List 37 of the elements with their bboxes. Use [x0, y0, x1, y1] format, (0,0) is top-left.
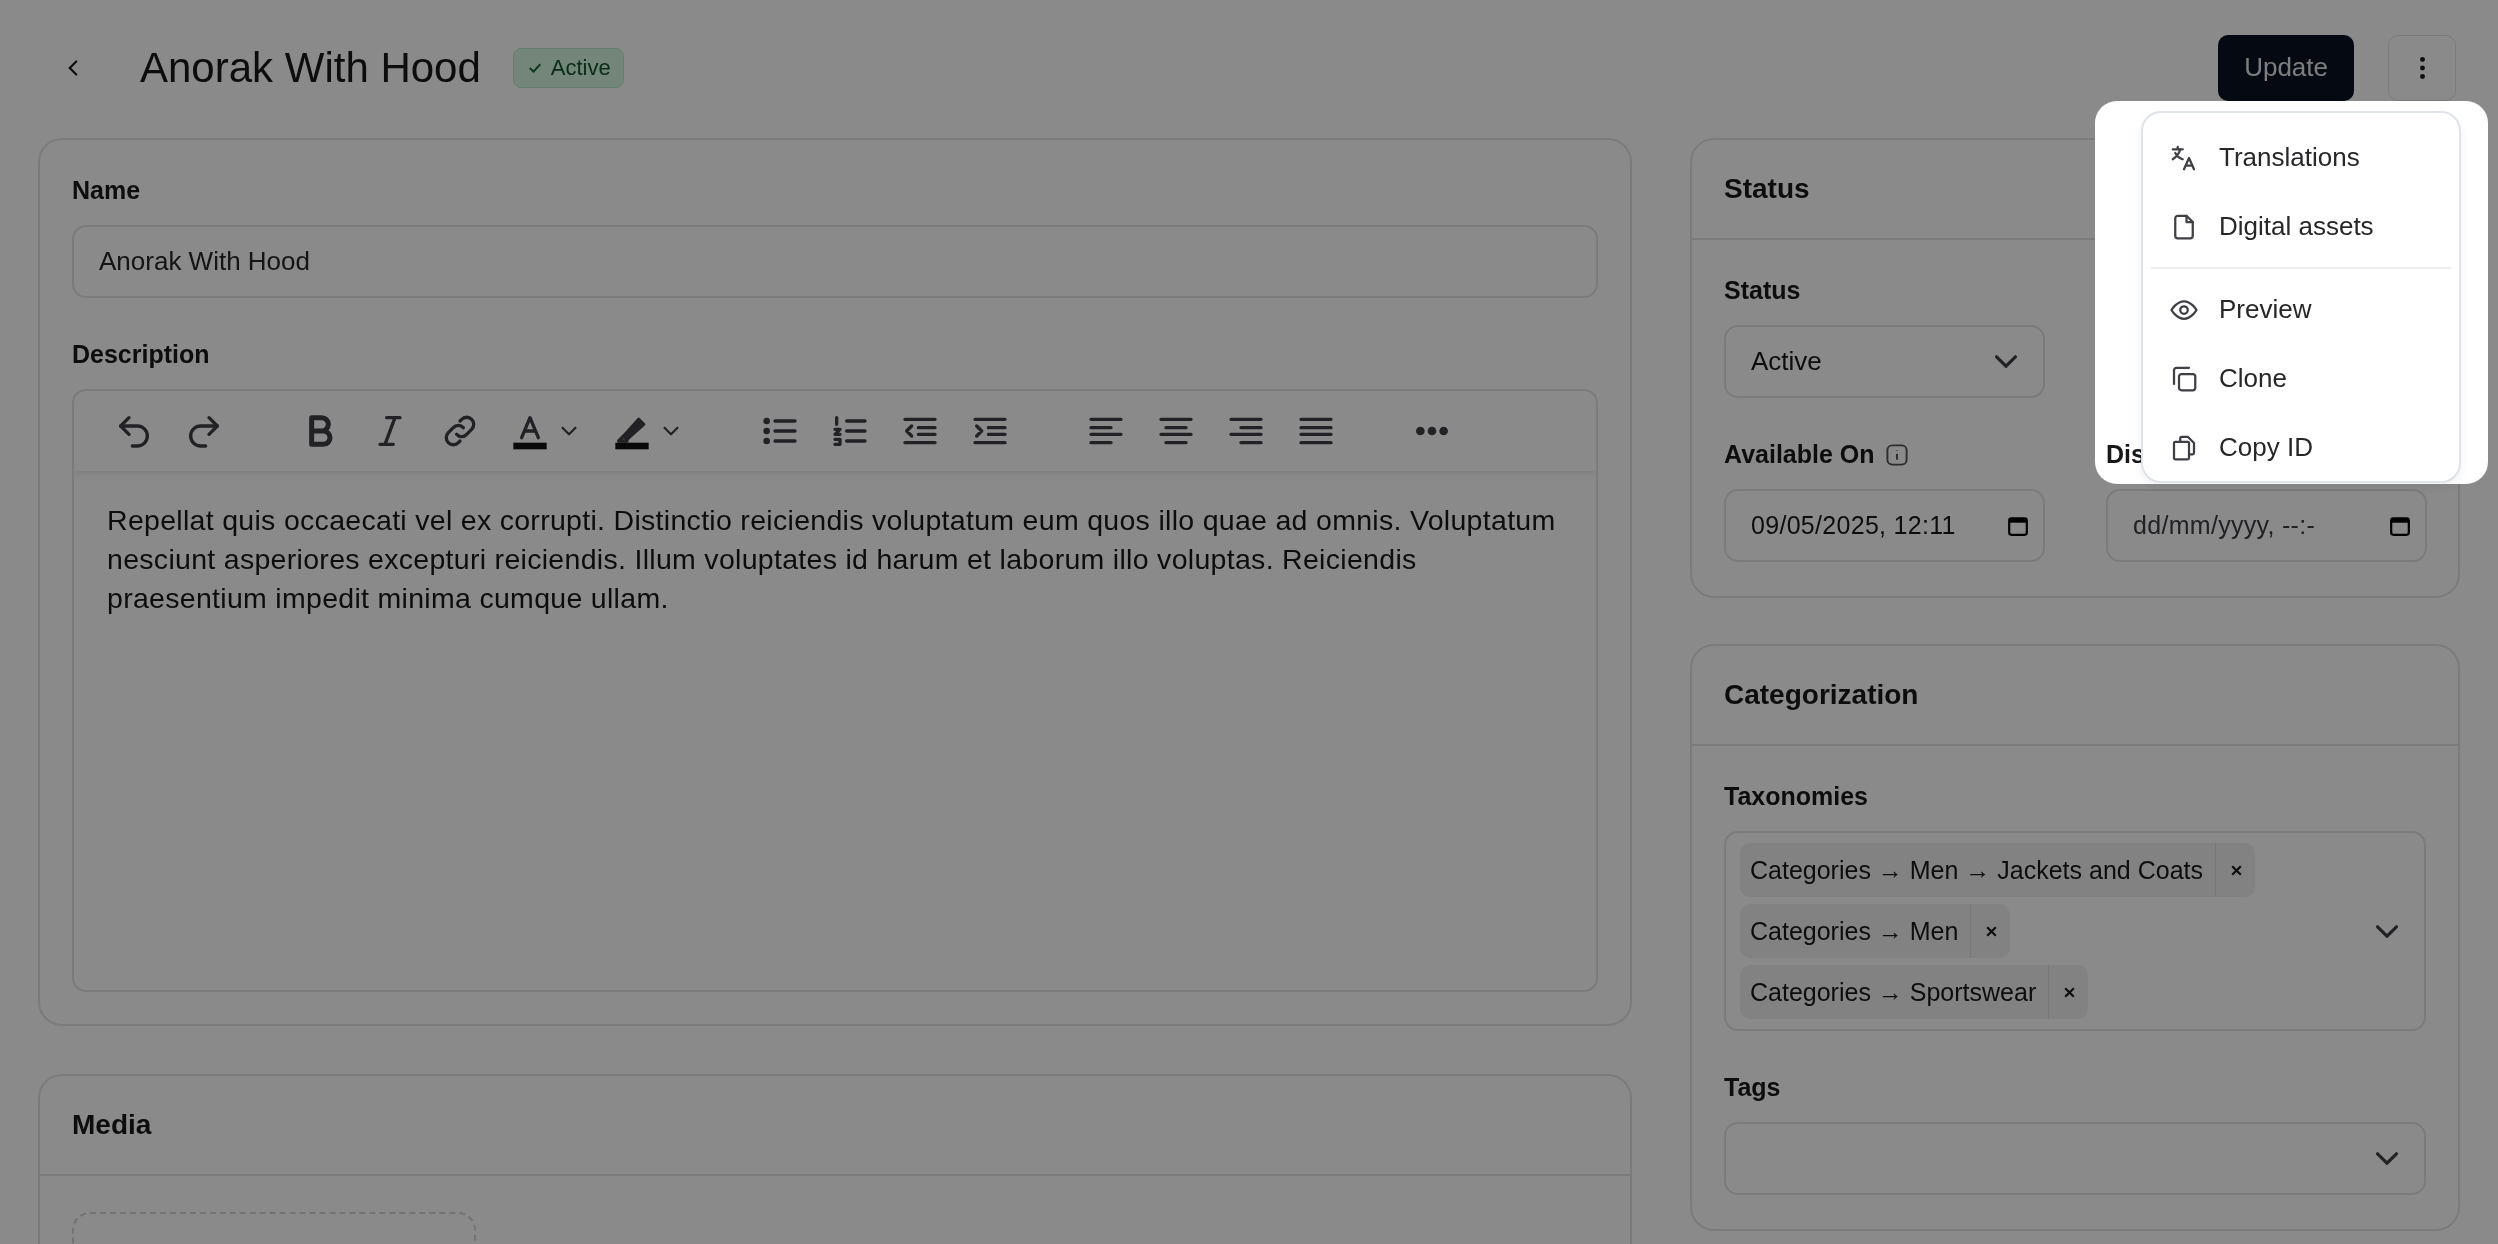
- page-title: Anorak With Hood: [140, 43, 481, 92]
- status-select[interactable]: Active: [1724, 325, 2045, 398]
- chevron-down-icon: [1995, 355, 2017, 368]
- menu-item[interactable]: Copy ID: [2151, 413, 2451, 482]
- card-title: Categorization: [1724, 679, 1919, 711]
- field-label: Available On: [1724, 440, 1875, 469]
- close-icon: [2230, 863, 2243, 877]
- field-label: Tags: [1724, 1073, 1782, 1102]
- date-input[interactable]: dd/mm/yyyy, --:-: [2106, 489, 2427, 562]
- menu-item[interactable]: Digital assets: [2151, 192, 2451, 261]
- chip-label: Categories → Men → Jackets and Coats: [1749, 855, 2204, 885]
- chevron-down-icon: [2376, 1152, 2398, 1165]
- name-input[interactable]: Anorak With Hood: [72, 225, 1598, 298]
- taxonomy-select[interactable]: Categories → Men → Jackets and Coats Categories → Men Categories → Sportswear: [1724, 831, 2426, 1031]
- calendar-icon[interactable]: [2007, 514, 2029, 537]
- menu-item[interactable]: Translations: [2151, 123, 2451, 192]
- chip-label: Categories → Men: [1749, 916, 1960, 946]
- date-input[interactable]: 09/05/2025, 12:11: [1724, 489, 2045, 562]
- description-text: Repellat quis occaecati vel ex corrupti. Distinctio reiciendis voluptatum eum quos illo quae ad omnis. Voluptatum nesciunt asperiores excepturi reiciendis. Illum voluptates id harum et laborum illo voluptas. Reiciendis praesentium impedit minima cumque ullam.: [106, 503, 1557, 616]
- field-label: Taxonomies: [1724, 782, 1870, 811]
- card-title: Media: [72, 1109, 152, 1141]
- calendar-icon[interactable]: [2389, 514, 2411, 537]
- menu-item[interactable]: Preview: [2151, 275, 2451, 344]
- badge-label: Active: [550, 54, 611, 81]
- field-label: Status: [1724, 276, 1802, 305]
- update-button[interactable]: Update: [2218, 34, 2354, 101]
- close-icon: [2063, 985, 2077, 999]
- field-label: Name: [72, 176, 142, 205]
- card-title: Status: [1724, 173, 1810, 205]
- more-vertical-icon: [2419, 56, 2425, 79]
- rich-text-editor[interactable]: [72, 389, 1598, 992]
- field-label: Description: [72, 340, 211, 369]
- chip-label: Categories → Sportswear: [1749, 977, 2038, 1007]
- chevron-down-icon: [2376, 924, 2398, 938]
- menu-item[interactable]: Clone: [2151, 344, 2451, 413]
- info-icon: [1884, 442, 1909, 467]
- close-icon: [1985, 924, 1999, 938]
